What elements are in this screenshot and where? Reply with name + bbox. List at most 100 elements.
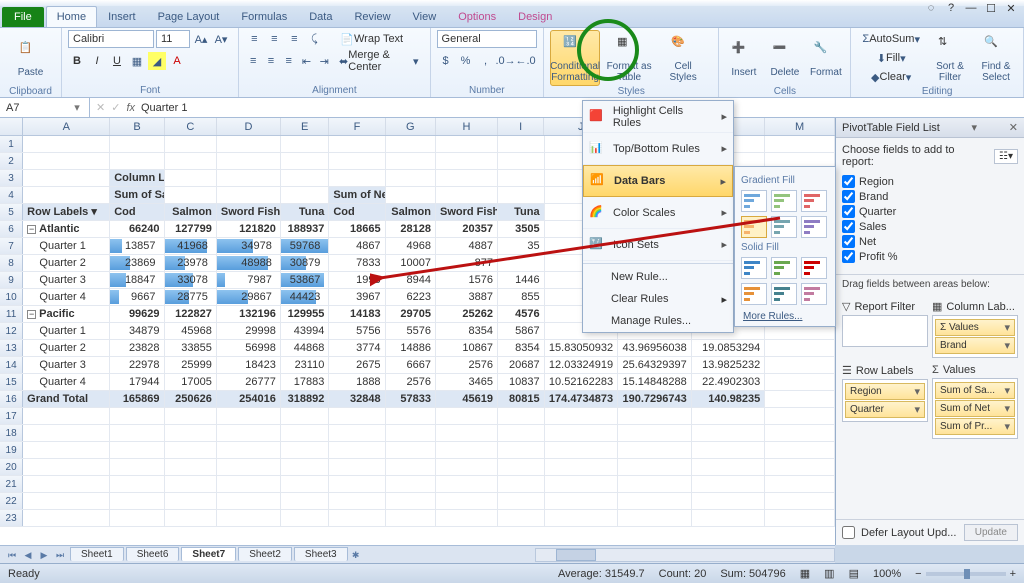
cell[interactable] xyxy=(165,187,217,203)
cell[interactable] xyxy=(765,459,835,475)
cell[interactable] xyxy=(110,425,164,441)
cell[interactable]: 25999 xyxy=(165,357,217,373)
cell[interactable]: 44868 xyxy=(281,340,330,356)
cell[interactable] xyxy=(618,493,692,509)
cell[interactable]: 8944 xyxy=(386,272,436,288)
row-header[interactable]: 14 xyxy=(0,357,23,373)
cell[interactable]: Quarter 4 xyxy=(23,374,110,390)
cell[interactable]: Tuna xyxy=(281,204,330,220)
zoom-level[interactable]: 100% xyxy=(873,568,901,580)
cell[interactable]: 34978 xyxy=(217,238,281,254)
row-header[interactable]: 23 xyxy=(0,510,23,526)
first-sheet-button[interactable]: ⏮ xyxy=(4,547,20,563)
row-header[interactable]: 8 xyxy=(0,255,23,271)
cell[interactable] xyxy=(329,425,385,441)
cell[interactable]: 25.64329397 xyxy=(618,357,692,373)
cell[interactable]: 190.7296743 xyxy=(618,391,692,407)
wrap-text-button[interactable]: 📄 Wrap Text xyxy=(335,30,408,48)
cell[interactable]: 17944 xyxy=(110,374,164,390)
cell[interactable] xyxy=(386,425,436,441)
cell[interactable]: 18665 xyxy=(329,221,385,237)
row-header[interactable]: 7 xyxy=(0,238,23,254)
cell[interactable]: 121820 xyxy=(217,221,281,237)
row-header[interactable]: 2 xyxy=(0,153,23,169)
cell[interactable]: 140.98235 xyxy=(692,391,766,407)
cell[interactable] xyxy=(281,459,330,475)
field-chip[interactable]: Σ Values▾ xyxy=(935,319,1015,336)
sheet-tab[interactable]: Sheet6 xyxy=(126,547,180,561)
cell[interactable] xyxy=(110,459,164,475)
cell[interactable]: 20357 xyxy=(436,221,498,237)
inc-decimal-button[interactable]: .0→ xyxy=(497,52,515,70)
cell[interactable] xyxy=(110,442,164,458)
cell[interactable] xyxy=(498,136,545,152)
cell[interactable] xyxy=(165,170,217,186)
cell[interactable]: 33855 xyxy=(165,340,217,356)
cf-highlight-cells[interactable]: 🟥Highlight Cells Rules▸ xyxy=(583,101,733,133)
number-format-select[interactable]: General xyxy=(437,30,537,48)
cell[interactable] xyxy=(217,459,281,475)
paste-button[interactable]: 📋 Paste xyxy=(6,30,56,86)
sheet-tab[interactable]: Sheet1 xyxy=(70,547,124,561)
cell[interactable] xyxy=(498,425,545,441)
cell[interactable]: 45619 xyxy=(436,391,498,407)
tab-data[interactable]: Data xyxy=(298,6,343,27)
cell[interactable]: 127799 xyxy=(165,221,217,237)
comma-button[interactable]: , xyxy=(477,52,495,70)
cell[interactable] xyxy=(23,170,110,186)
cell[interactable] xyxy=(23,136,110,152)
cell[interactable]: 2576 xyxy=(436,357,498,373)
row-header[interactable]: 6 xyxy=(0,221,23,237)
cell[interactable]: 43.96956038 xyxy=(618,340,692,356)
view-pagebreak-button[interactable]: ▤ xyxy=(849,567,859,580)
align-right-button[interactable]: ≡ xyxy=(281,52,297,70)
cell[interactable]: 10007 xyxy=(386,255,436,271)
cell[interactable]: 18423 xyxy=(217,357,281,373)
fill-button[interactable]: ⬇ Fill ▾ xyxy=(857,49,925,67)
sheet-tab[interactable]: Sheet2 xyxy=(238,547,292,561)
cell[interactable] xyxy=(386,459,436,475)
format-as-table-button[interactable]: ▦ Format as Table xyxy=(604,30,654,86)
cell[interactable] xyxy=(23,510,110,526)
cell[interactable] xyxy=(436,510,498,526)
align-mid-button[interactable]: ≡ xyxy=(265,30,283,48)
cell[interactable] xyxy=(217,425,281,441)
cell[interactable] xyxy=(765,391,835,407)
tab-formulas[interactable]: Formulas xyxy=(230,6,298,27)
cell[interactable]: 23978 xyxy=(165,255,217,271)
cell[interactable]: 174.4734873 xyxy=(545,391,619,407)
tab-design[interactable]: Design xyxy=(507,6,563,27)
cell[interactable]: 17005 xyxy=(165,374,217,390)
cell[interactable] xyxy=(165,425,217,441)
cell[interactable] xyxy=(23,425,110,441)
cell[interactable] xyxy=(545,408,619,424)
cell[interactable]: 10837 xyxy=(498,374,545,390)
field-chip[interactable]: Sum of Sa...▾ xyxy=(935,382,1015,399)
cell[interactable] xyxy=(386,170,436,186)
cell[interactable]: Quarter 4 xyxy=(23,289,110,305)
col-header[interactable]: M xyxy=(765,118,835,135)
cell[interactable] xyxy=(765,408,835,424)
cell[interactable]: 33078 xyxy=(165,272,217,288)
percent-button[interactable]: % xyxy=(457,52,475,70)
cell[interactable] xyxy=(436,408,498,424)
tab-home[interactable]: Home xyxy=(46,6,97,27)
zoom-in-icon[interactable]: + xyxy=(1010,568,1016,580)
cell[interactable] xyxy=(545,476,619,492)
font-color-button[interactable]: A xyxy=(168,52,186,70)
field-chip[interactable]: Region▾ xyxy=(845,383,925,400)
cell[interactable] xyxy=(765,425,835,441)
row-header[interactable]: 4 xyxy=(0,187,23,203)
row-header[interactable]: 3 xyxy=(0,170,23,186)
cell[interactable] xyxy=(217,442,281,458)
cell[interactable] xyxy=(110,408,164,424)
tab-file[interactable]: File xyxy=(2,7,44,27)
cell-styles-button[interactable]: 🎨 Cell Styles xyxy=(658,30,708,86)
cell[interactable]: 3465 xyxy=(436,374,498,390)
cell[interactable]: 45968 xyxy=(165,323,217,339)
cf-clear-rules[interactable]: Clear Rules▸ xyxy=(583,288,733,310)
cell[interactable]: 1998 xyxy=(329,272,385,288)
cell[interactable]: Sword Fish xyxy=(217,204,281,220)
cell[interactable]: Quarter 3 xyxy=(23,357,110,373)
align-center-button[interactable]: ≡ xyxy=(263,52,279,70)
